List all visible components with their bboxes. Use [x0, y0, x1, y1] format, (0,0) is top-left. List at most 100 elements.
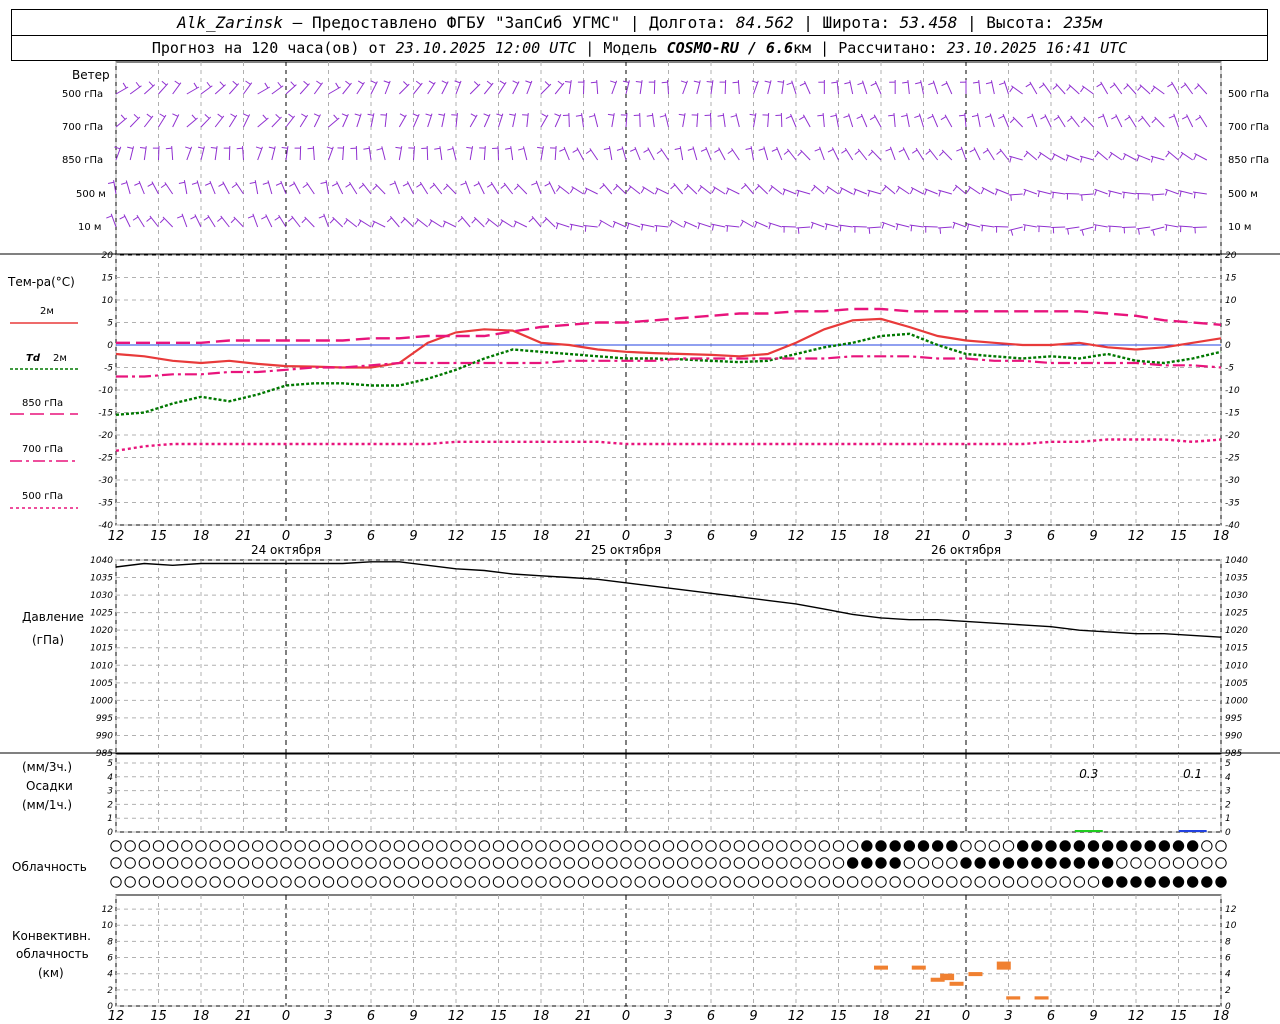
- pressure-tick-left: 1040: [90, 556, 113, 566]
- wind-barb: [419, 181, 429, 195]
- cloud-symbol: [903, 857, 916, 869]
- wind-barb-feather: [1195, 116, 1201, 121]
- wind-barb-feather: [544, 182, 551, 187]
- cloud-symbol-filled: [875, 840, 887, 852]
- wind-barb-feather: [952, 186, 958, 192]
- wind-barb: [1180, 151, 1193, 161]
- wind-barb-feather: [590, 81, 597, 84]
- cloud-symbol: [1215, 857, 1227, 869]
- wind-barb-feather: [345, 80, 351, 86]
- cloud-symbol-filled: [1031, 857, 1043, 869]
- pressure-tick-left: 995: [96, 714, 113, 724]
- cloud-symbol: [181, 857, 193, 869]
- wind-barb: [271, 116, 282, 128]
- wind-barb-feather: [473, 182, 480, 187]
- wind-barb-feather: [570, 224, 573, 231]
- cloud-symbol: [577, 840, 590, 852]
- cloud-symbol: [719, 840, 731, 852]
- wind-barb-feather: [185, 146, 192, 150]
- cloud-symbol: [691, 857, 703, 869]
- wind-barb-feather: [301, 218, 307, 224]
- temp-tick-right: 5: [1225, 319, 1231, 329]
- wind-barb-feather: [732, 81, 739, 84]
- wind-barb-feather: [785, 115, 792, 120]
- cloud-symbol-filled: [1173, 840, 1184, 852]
- temp-tick-right: 15: [1225, 274, 1237, 284]
- wind-barb-feather: [564, 81, 572, 83]
- wind-barb-feather: [443, 185, 449, 191]
- wind-barb-feather: [924, 189, 928, 196]
- pressure-tick-right: 1020: [1225, 626, 1248, 636]
- wind-barb-feather: [700, 148, 707, 152]
- pressure-tick-left: 1025: [90, 609, 113, 619]
- cloud-symbol: [804, 876, 816, 888]
- temp-tick-right: -10: [1225, 386, 1240, 396]
- cloud-symbol: [166, 840, 179, 852]
- wind-barb-feather: [205, 182, 211, 186]
- wind-barb-feather: [1108, 191, 1111, 198]
- wind-barb: [790, 113, 797, 128]
- temp-tick-left: -30: [98, 476, 113, 486]
- cloud-symbol: [308, 857, 321, 869]
- time-tick-label-top: 18: [193, 529, 210, 544]
- cloud-symbol-filled: [1173, 876, 1184, 888]
- wind-barb-feather: [1181, 115, 1188, 120]
- wind-barb-feather: [132, 216, 139, 221]
- wind-barb-feather: [844, 81, 851, 85]
- wind-barb-feather: [1137, 85, 1142, 91]
- cloud-symbol: [790, 876, 802, 888]
- wind-barb: [660, 148, 669, 161]
- wind-barb-feather: [1136, 155, 1140, 162]
- wind-barb-feather: [496, 113, 503, 117]
- conv-segment: [1006, 996, 1021, 1000]
- wind-barb-feather: [646, 114, 653, 117]
- date-label: 26 октября: [931, 543, 1001, 557]
- wind-barb-feather: [307, 147, 314, 150]
- cloud-symbol: [747, 840, 760, 852]
- wind-barb-feather: [1165, 224, 1168, 231]
- wind-barb: [257, 146, 263, 161]
- time-tick-label-top: 21: [575, 529, 592, 544]
- cloud-symbol: [917, 876, 930, 888]
- wind-barb-feather: [680, 80, 687, 84]
- wind-barb-feather: [537, 146, 544, 149]
- wind-barb-feather: [622, 80, 629, 83]
- wind-barb-feather: [441, 80, 448, 84]
- wind-barb: [683, 220, 698, 228]
- cloud-symbol-filled: [946, 840, 958, 852]
- time-tick-label-bottom: 18: [873, 1009, 890, 1024]
- cloud-symbol: [535, 857, 547, 869]
- meteogram-chart: 20 2015 1510 105 50 0-5 -5-10 -10-15 -15-20 -20-2…: [0, 61, 1280, 1024]
- conv-tick-right: 6: [1225, 954, 1231, 964]
- time-tick-label-top: 12: [448, 529, 465, 544]
- conv-segment: [940, 973, 955, 981]
- wind-barb-feather: [814, 148, 821, 152]
- precip-tick-right: 1: [1225, 814, 1231, 824]
- wind-barb-feather: [901, 114, 908, 118]
- temp-tick-right: -30: [1225, 476, 1240, 486]
- cloud-symbol: [790, 840, 802, 852]
- wind-barb-feather: [727, 149, 733, 155]
- cloud-symbol: [166, 876, 179, 888]
- cloud-symbol-filled: [1144, 876, 1156, 888]
- time-tick-label-top: 9: [749, 529, 757, 544]
- pressure-tick-left: 990: [96, 731, 113, 741]
- conv-tick-right: 12: [1225, 905, 1237, 915]
- pressure-tick-left: 1010: [90, 661, 113, 671]
- wind-barb-feather: [941, 82, 948, 87]
- wind-barb-feather: [367, 113, 374, 116]
- wind-barb-feather: [869, 116, 876, 121]
- wind-barb-feather: [370, 80, 377, 84]
- cloud-symbol: [138, 857, 151, 869]
- cloud-symbol: [138, 876, 151, 888]
- cloud-symbol: [407, 840, 420, 852]
- cloud-symbol: [280, 840, 292, 852]
- wind-barb-feather: [383, 80, 390, 84]
- cloud-symbol: [577, 857, 590, 869]
- cloud-symbol: [407, 876, 420, 888]
- cloud-symbol: [563, 840, 576, 852]
- wind-barb-feather: [341, 113, 348, 117]
- wind-barb-feather: [191, 182, 198, 185]
- wind-barb-feather: [616, 148, 623, 151]
- time-tick-label-top: 21: [235, 529, 252, 544]
